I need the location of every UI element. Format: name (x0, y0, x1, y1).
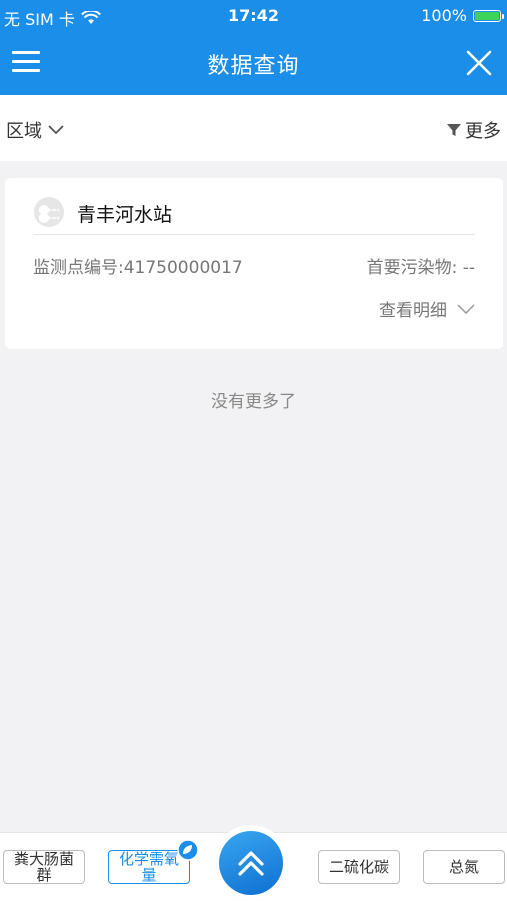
more-filter-button[interactable]: 更多 (446, 117, 501, 143)
status-bar: 无 SIM 卡 17:42 100% (0, 0, 507, 31)
scroll-to-top-button[interactable] (219, 831, 283, 895)
param-chip-total-nitrogen[interactable]: 总氮 (423, 850, 505, 884)
battery-fill (475, 11, 499, 20)
filter-bar: 区域 更多 (0, 95, 507, 161)
param-chip-carbon-disulfide[interactable]: 二硫化碳 (318, 850, 400, 884)
chevron-down-icon (48, 125, 64, 135)
chip-label: 总氮 (448, 858, 479, 876)
bottom-parameter-bar: 粪大肠菌 群 化学需氧 量 二硫化碳 总氮 (0, 831, 507, 901)
param-chip-fecal-coliform[interactable]: 粪大肠菌 群 (3, 850, 85, 884)
chip-label-line1: 粪大肠菌 (13, 850, 74, 868)
nav-bar: 数据查询 (0, 31, 507, 95)
chip-label-line2: 量 (141, 866, 157, 884)
card-divider (33, 234, 475, 235)
close-icon[interactable] (463, 47, 495, 79)
chip-label: 二硫化碳 (328, 858, 389, 876)
battery-percent: 100% (421, 6, 467, 25)
leaf-badge-icon (177, 839, 199, 861)
status-right: 100% (421, 6, 504, 25)
view-details-label: 查看明细 (379, 301, 447, 321)
chip-label-line2: 群 (36, 866, 52, 884)
filter-icon (447, 124, 461, 136)
region-dropdown[interactable]: 区域 (6, 117, 64, 143)
monitoring-point-code: 监测点编号:41750000017 (33, 258, 243, 278)
chevron-down-icon (457, 303, 475, 314)
primary-pollutant: 首要污染物: -- (366, 258, 475, 278)
battery-icon (473, 9, 504, 22)
station-card[interactable]: 青丰河水站 监测点编号:41750000017 首要污染物: -- 查看明细 (5, 178, 503, 349)
more-label: 更多 (465, 121, 501, 142)
region-label: 区域 (6, 121, 42, 142)
double-chevron-up-icon (238, 851, 264, 876)
water-station-logo-icon (34, 197, 64, 227)
station-name: 青丰河水站 (77, 204, 173, 226)
param-chip-cod[interactable]: 化学需氧 量 (108, 839, 199, 884)
chip-label-line1: 化学需氧 (118, 850, 179, 868)
list-end-text: 没有更多了 (211, 392, 296, 412)
page-title: 数据查询 (207, 54, 300, 79)
view-details-toggle[interactable]: 查看明细 (379, 296, 475, 321)
